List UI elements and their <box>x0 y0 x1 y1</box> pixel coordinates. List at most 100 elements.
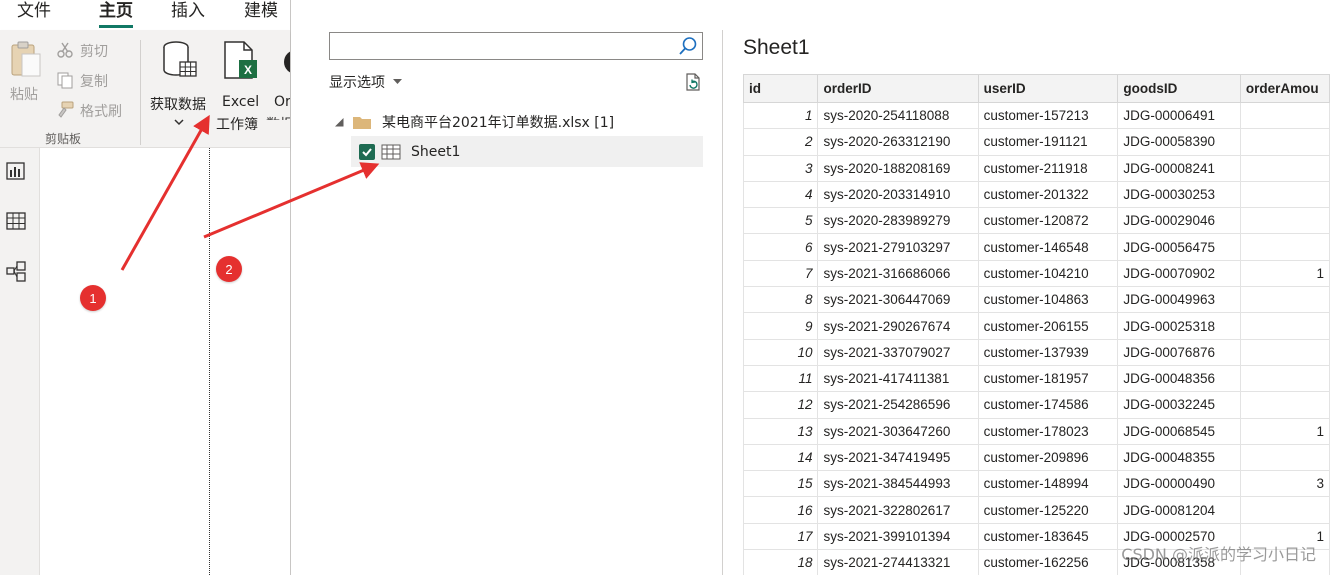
svg-text:X: X <box>244 63 252 77</box>
copy-button[interactable]: 复制 <box>56 70 136 92</box>
table-cell: JDG-00006491 <box>1117 101 1241 130</box>
table-cell: customer-125220 <box>977 496 1119 524</box>
tab-modeling[interactable]: 建模 <box>244 0 278 22</box>
table-view-icon[interactable] <box>5 210 27 232</box>
table-cell <box>1239 233 1330 261</box>
sheet-node-label: Sheet1 <box>411 143 461 160</box>
column-header-goodsid[interactable]: goodsID <box>1117 74 1241 103</box>
annotation-badge-1: 1 <box>80 285 106 311</box>
checkbox-checked-icon[interactable] <box>359 143 375 160</box>
table-cell: sys-2021-347419495 <box>817 443 979 472</box>
table-cell <box>1239 338 1330 366</box>
table-cell: customer-191121 <box>977 128 1119 156</box>
table-cell: JDG-00068545 <box>1117 417 1241 445</box>
table-row: 8 sys-2021-306447069 customer-104863 JDG-00… <box>743 286 1330 314</box>
table-cell: 6 <box>743 233 819 261</box>
table-cell: 2 <box>743 128 819 156</box>
search-input[interactable] <box>329 32 703 60</box>
display-options-dropdown[interactable]: 显示选项 <box>329 72 402 92</box>
excel-workbook-button[interactable]: X Excel 工作簿 <box>214 40 264 133</box>
table-cell <box>1239 101 1330 130</box>
table-cell: JDG-00048356 <box>1117 364 1241 393</box>
table-cell <box>1239 364 1330 393</box>
preview-table: id orderID userID goodsID orderAmou 1 sys-202… <box>743 74 1330 575</box>
table-row: 10 sys-2021-337079027 customer-137939 JDG-0… <box>743 338 1330 366</box>
table-row: 6 sys-2021-279103297 customer-146548 JDG-00… <box>743 233 1330 261</box>
get-data-button[interactable]: 获取数据 <box>148 40 212 126</box>
workbook-label: 工作簿 <box>216 117 258 133</box>
tab-insert[interactable]: 插入 <box>171 0 205 22</box>
table-cell: sys-2021-306447069 <box>817 286 979 314</box>
annotation-badge-2: 2 <box>216 256 242 282</box>
table-cell: 9 <box>743 312 819 340</box>
tree-item-file[interactable]: 某电商平台2021年订单数据.xlsx [1] <box>335 112 614 132</box>
table-cell: 12 <box>743 391 819 419</box>
table-cell <box>1239 128 1330 156</box>
table-row: 12 sys-2021-254286596 customer-174586 JDG-0… <box>743 391 1330 419</box>
onelake-button[interactable]: Or 数据 <box>266 40 290 120</box>
table-cell: sys-2021-399101394 <box>817 522 979 551</box>
table-cell <box>1239 443 1330 472</box>
tab-home[interactable]: 主页 <box>99 0 133 28</box>
table-cell <box>1239 154 1330 182</box>
collapse-triangle-icon[interactable] <box>335 117 344 127</box>
table-cell: JDG-00000490 <box>1117 470 1241 498</box>
table-cell: sys-2021-322802617 <box>817 496 979 524</box>
table-row: 3 sys-2020-188208169 customer-211918 JDG-00… <box>743 154 1330 182</box>
report-canvas[interactable] <box>40 148 290 575</box>
clipboard-group-label: 剪贴板 <box>45 132 82 146</box>
tree-item-sheet1[interactable]: Sheet1 <box>351 136 703 167</box>
model-view-icon[interactable] <box>5 260 27 282</box>
table-cell: customer-137939 <box>977 338 1119 366</box>
canvas-boundary <box>209 148 210 575</box>
refresh-icon[interactable] <box>683 72 703 92</box>
format-painter-label: 格式刷 <box>80 104 122 120</box>
table-cell: customer-209896 <box>977 443 1119 472</box>
navigator-dialog: 显示选项 某电商平台2021年订单数据.xlsx [1] Sheet1 Shee… <box>291 0 1330 575</box>
table-cell <box>1239 286 1330 314</box>
format-painter-button[interactable]: 格式刷 <box>56 100 136 122</box>
column-header-orderid[interactable]: orderID <box>817 74 979 103</box>
table-cell: JDG-00070902 <box>1117 259 1241 288</box>
table-cell: customer-162256 <box>977 549 1119 575</box>
pane-divider[interactable] <box>722 30 723 575</box>
table-cell: customer-178023 <box>977 417 1119 445</box>
table-cell: sys-2021-274413321 <box>817 549 979 575</box>
view-nav <box>0 148 40 575</box>
report-view-icon[interactable] <box>5 160 27 182</box>
table-cell: sys-2021-417411381 <box>817 364 979 393</box>
column-header-userid[interactable]: userID <box>977 74 1119 103</box>
column-header-id[interactable]: id <box>743 74 819 103</box>
table-cell: sys-2021-337079027 <box>817 338 979 366</box>
table-row: 11 sys-2021-417411381 customer-181957 JDG-0… <box>743 364 1330 393</box>
display-options-label: 显示选项 <box>329 75 385 91</box>
paste-button[interactable]: 粘贴 <box>6 40 46 110</box>
excel-icon: X <box>224 41 257 79</box>
table-cell: 5 <box>743 207 819 235</box>
table-cell: customer-104863 <box>977 286 1119 314</box>
search-icon[interactable] <box>678 36 698 56</box>
table-cell: 14 <box>743 443 819 472</box>
table-cell: JDG-00030253 <box>1117 180 1241 209</box>
table-cell: 13 <box>743 417 819 445</box>
ribbon: 粘贴 剪切 复制 格式刷 剪贴板 获取数据 X Excel 工作簿 Or <box>0 30 290 148</box>
table-cell: customer-211918 <box>977 154 1119 182</box>
table-row: 2 sys-2020-263312190 customer-191121 JDG-00… <box>743 128 1330 156</box>
column-header-orderamou[interactable]: orderAmou <box>1239 74 1330 103</box>
table-cell <box>1239 391 1330 419</box>
table-cell: sys-2021-254286596 <box>817 391 979 419</box>
table-row: 1 sys-2020-254118088 customer-157213 JDG-00… <box>743 101 1330 130</box>
ribbon-separator <box>140 40 141 145</box>
preview-grid[interactable]: id orderID userID goodsID orderAmou 1 sys-202… <box>743 74 1330 575</box>
watermark: CSDN @派派的学习小日记 <box>1121 545 1316 564</box>
tab-file[interactable]: 文件 <box>17 0 51 22</box>
table-cell: customer-120872 <box>977 207 1119 235</box>
table-cell: JDG-00025318 <box>1117 312 1241 340</box>
table-cell: 7 <box>743 259 819 288</box>
table-cell: 1 <box>1239 259 1330 288</box>
cut-button[interactable]: 剪切 <box>56 40 136 62</box>
table-cell: customer-146548 <box>977 233 1119 261</box>
table-cell: sys-2020-263312190 <box>817 128 979 156</box>
table-cell: 4 <box>743 180 819 209</box>
table-row: 4 sys-2020-203314910 customer-201322 JDG-00… <box>743 180 1330 209</box>
